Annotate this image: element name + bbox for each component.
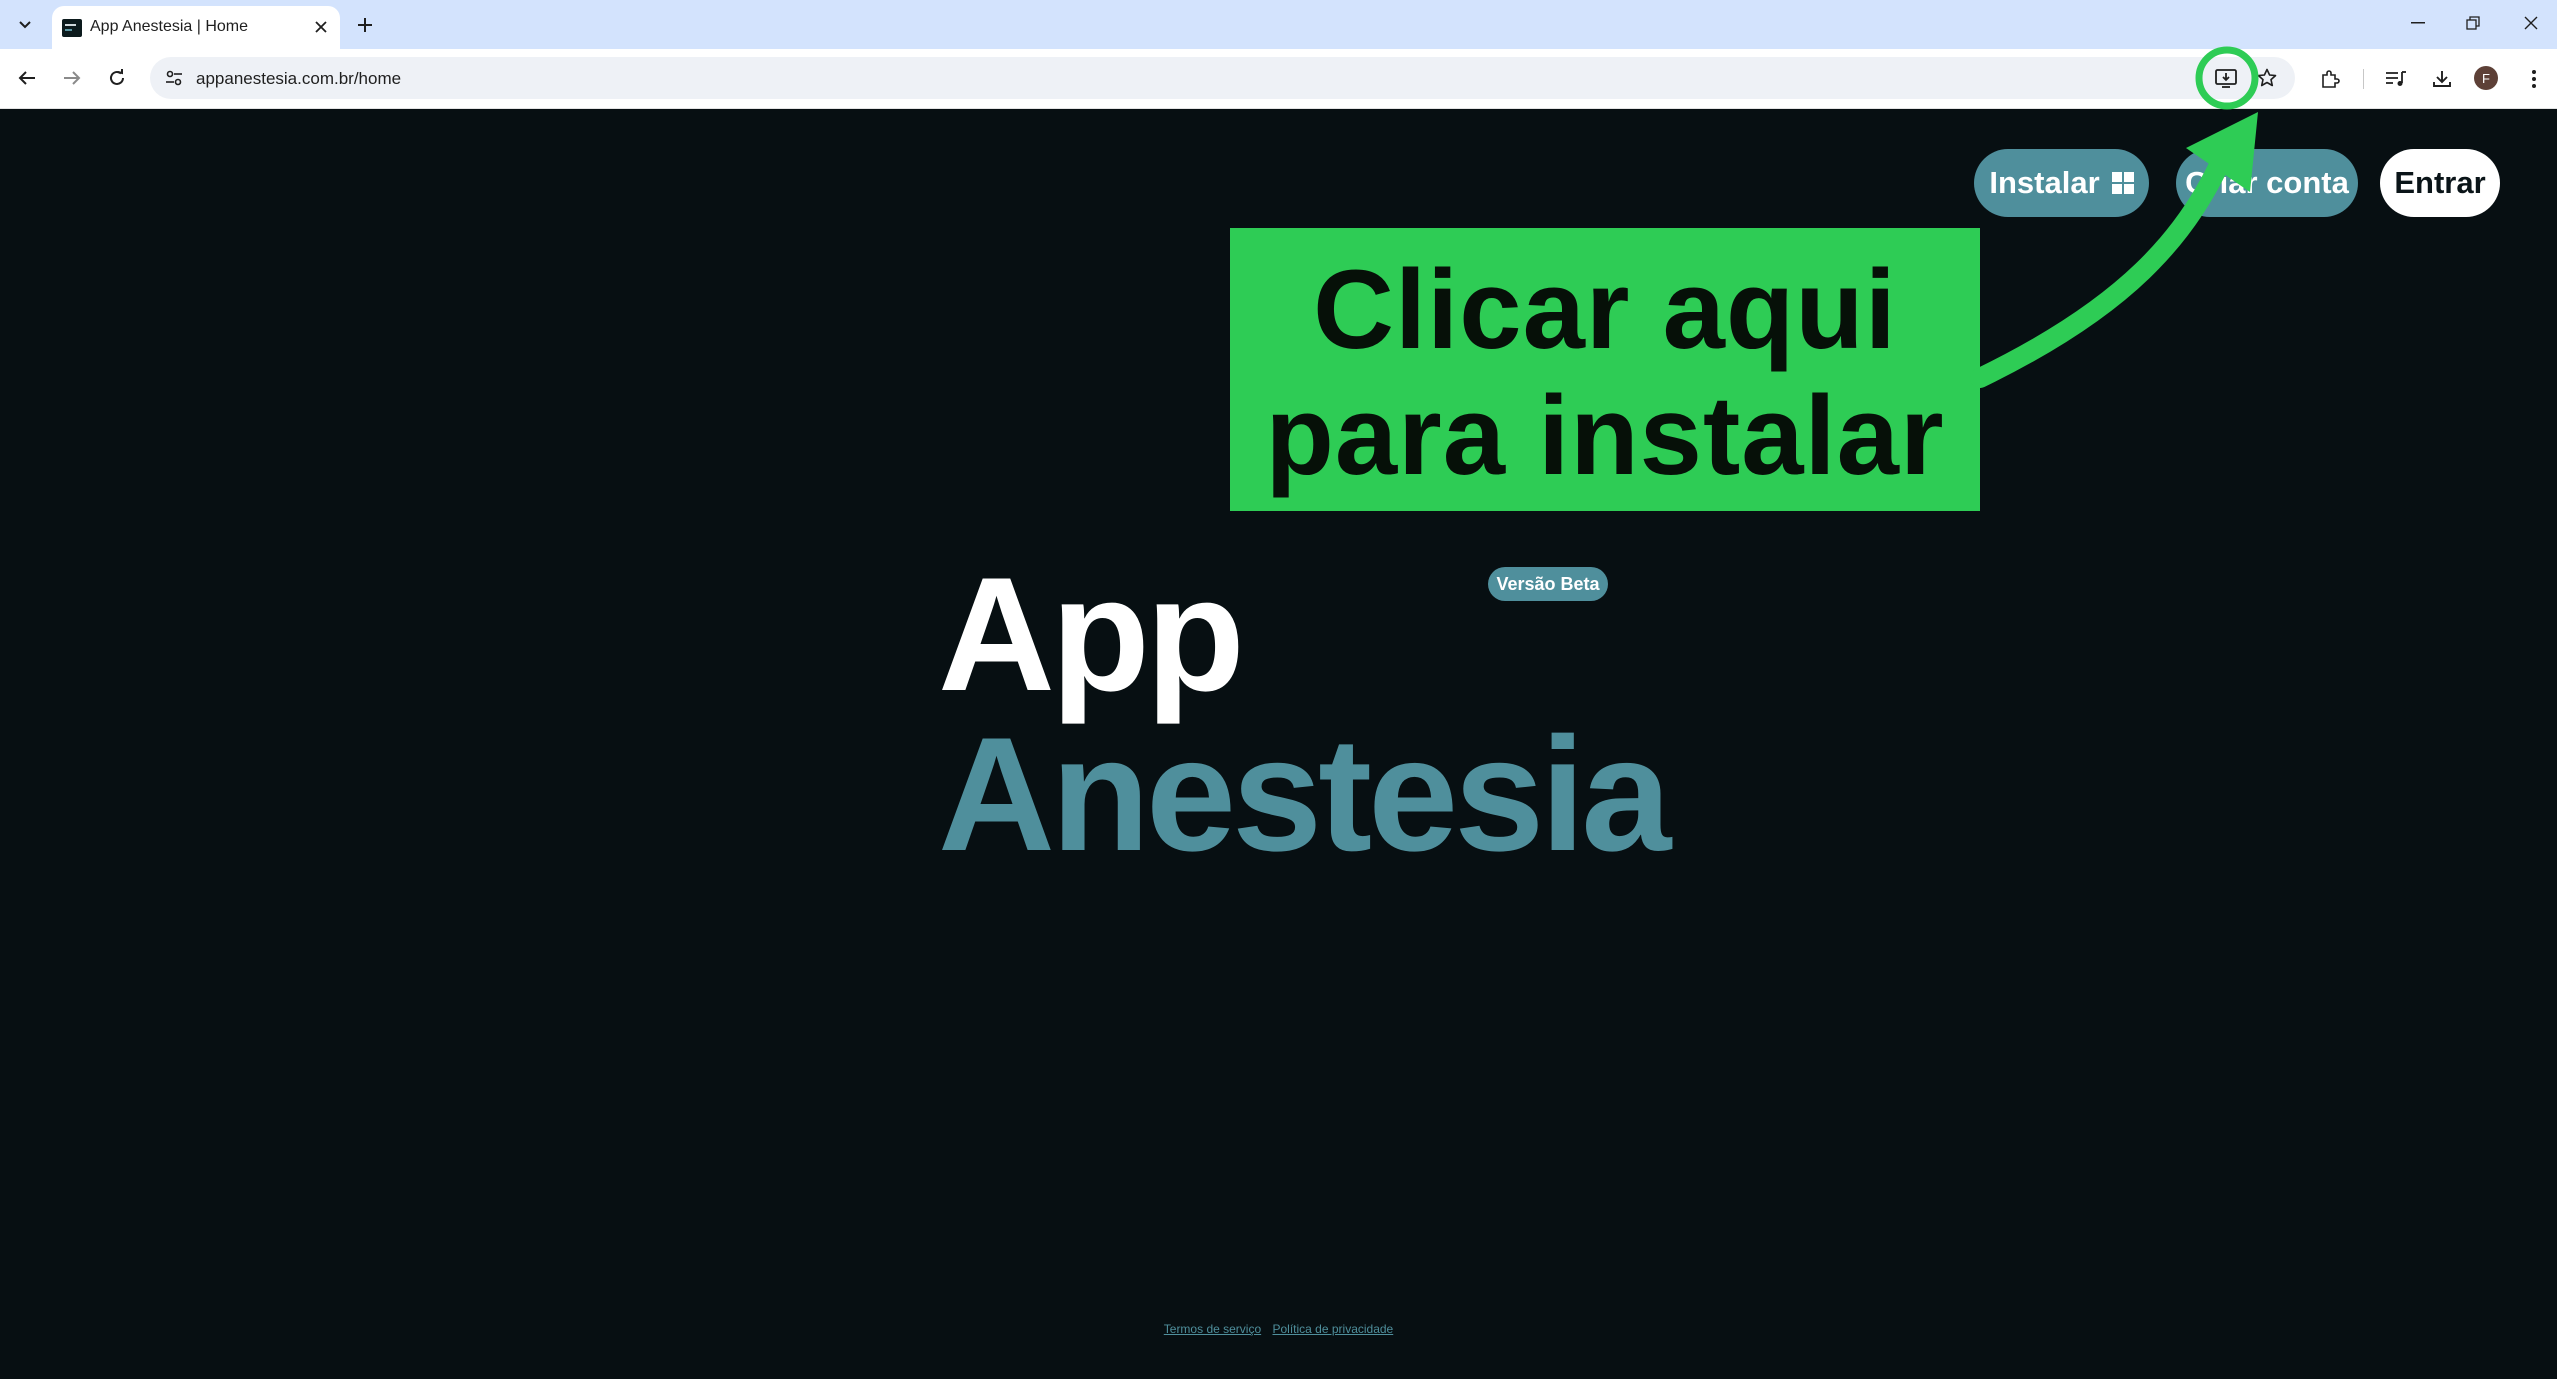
install-callout: Clicar aqui para instalar (1230, 228, 1980, 511)
url-text: appanestesia.com.br/home (196, 69, 402, 88)
install-button[interactable]: Instalar (1974, 149, 2149, 217)
login-label: Entrar (2394, 165, 2486, 200)
restore-button[interactable] (2453, 8, 2493, 38)
star-icon (2257, 68, 2277, 87)
close-icon (315, 21, 327, 33)
windows-icon (2111, 172, 2134, 194)
install-button-label: Instalar (1989, 165, 2100, 200)
active-tab[interactable]: App Anestesia | Home (52, 6, 340, 49)
browser-toolbar: appanestesia.com.br/home F (0, 49, 2557, 109)
site-favicon-icon (62, 19, 82, 37)
arrow-right-icon (64, 71, 81, 85)
back-button[interactable] (10, 61, 44, 95)
create-account-label: Criar conta (2185, 165, 2349, 200)
hero-title-app: App (938, 544, 1245, 725)
tab-close-button[interactable] (310, 16, 332, 38)
site-info-button[interactable] (160, 64, 188, 92)
install-app-icon (2215, 69, 2237, 88)
chevron-down-icon (19, 21, 31, 29)
browser-menu-button[interactable] (2517, 62, 2551, 96)
queue-music-icon (2386, 71, 2406, 86)
tab-strip: App Anestesia | Home (0, 0, 2557, 49)
callout-line-2: para instalar (1265, 373, 1945, 498)
terms-link[interactable]: Termos de serviço (1164, 1322, 1261, 1336)
restore-icon (2466, 16, 2480, 30)
tab-search-button[interactable] (10, 12, 40, 38)
footer-links: Termos de serviço Política de privacidad… (0, 1322, 2557, 1336)
minimize-button[interactable] (2398, 8, 2438, 38)
extensions-button[interactable] (2313, 62, 2347, 96)
privacy-link[interactable]: Política de privacidade (1272, 1322, 1393, 1336)
callout-line-1: Clicar aqui (1313, 247, 1897, 372)
more-vert-icon (2532, 70, 2536, 88)
new-tab-button[interactable] (350, 11, 380, 39)
reload-icon (110, 69, 124, 85)
tune-icon (166, 70, 182, 86)
address-bar[interactable]: appanestesia.com.br/home (150, 57, 2295, 99)
puzzle-icon (2322, 70, 2340, 88)
plus-icon (358, 18, 372, 32)
hero-title-anestesia: Anestesia (938, 704, 1671, 885)
install-app-button[interactable] (2210, 63, 2242, 93)
forward-button[interactable] (55, 61, 89, 95)
arrow-left-icon (18, 71, 35, 85)
close-icon (2524, 16, 2538, 30)
bookmark-button[interactable] (2251, 63, 2283, 93)
downloads-button[interactable] (2425, 62, 2459, 96)
minimize-icon (2411, 22, 2425, 24)
tab-title: App Anestesia | Home (90, 18, 249, 35)
toolbar-divider (2363, 69, 2364, 89)
beta-badge: Versão Beta (1488, 567, 1608, 601)
create-account-button[interactable]: Criar conta (2176, 149, 2358, 217)
reload-button[interactable] (100, 61, 134, 95)
close-window-button[interactable] (2511, 8, 2551, 38)
profile-avatar[interactable]: F (2474, 66, 2498, 90)
media-control-button[interactable] (2379, 62, 2413, 96)
download-icon (2433, 71, 2451, 87)
login-button[interactable]: Entrar (2380, 149, 2500, 217)
